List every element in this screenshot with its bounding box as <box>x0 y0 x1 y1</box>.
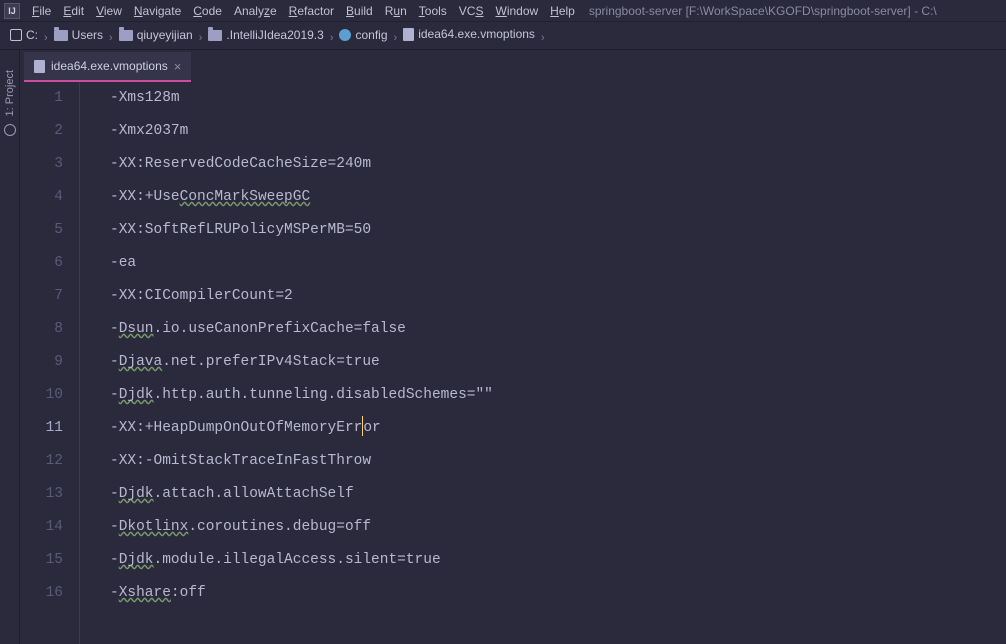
line-number: 3 <box>20 148 63 181</box>
breadcrumb-item[interactable]: idea64.exe.vmoptions <box>401 27 537 41</box>
folder-icon <box>208 30 222 41</box>
line-number: 7 <box>20 280 63 313</box>
folder-icon <box>54 30 68 41</box>
text-caret <box>362 416 363 436</box>
breadcrumb-label: Users <box>72 28 103 42</box>
code-line[interactable]: -XX:+HeapDumpOnOutOfMemoryError <box>110 412 1006 445</box>
folder-icon <box>119 30 133 41</box>
menu-item[interactable]: Navigate <box>128 4 187 18</box>
breadcrumb-label: C: <box>26 28 38 42</box>
code-line[interactable]: -Djdk.module.illegalAccess.silent=true <box>110 544 1006 577</box>
breadcrumb: C:›Users›qiuyeyijian›.IntelliJIdea2019.3… <box>0 22 1006 50</box>
menu-item[interactable]: Window <box>489 4 544 18</box>
disk-icon <box>10 29 22 41</box>
toolwindow-project[interactable]: 1: Project <box>4 70 16 116</box>
line-number: 13 <box>20 478 63 511</box>
editor-tabbar: idea64.exe.vmoptions × <box>20 50 1006 82</box>
line-number: 14 <box>20 511 63 544</box>
line-number: 16 <box>20 577 63 610</box>
code-line[interactable]: -Djdk.http.auth.tunneling.disabledScheme… <box>110 379 1006 412</box>
line-number: 15 <box>20 544 63 577</box>
app-icon: IJ <box>4 3 20 19</box>
code-line[interactable]: -XX:-OmitStackTraceInFastThrow <box>110 445 1006 478</box>
menu-item[interactable]: VCS <box>453 4 490 18</box>
gear-icon <box>339 29 351 41</box>
code-line[interactable]: -Djdk.attach.allowAttachSelf <box>110 478 1006 511</box>
breadcrumb-item[interactable]: C: <box>8 28 40 42</box>
code-line[interactable]: -XX:+UseConcMarkSweepGC <box>110 181 1006 214</box>
breadcrumb-label: idea64.exe.vmoptions <box>418 27 535 41</box>
line-number: 8 <box>20 313 63 346</box>
code-line[interactable]: -XX:ReservedCodeCacheSize=240m <box>110 148 1006 181</box>
menu-item[interactable]: Build <box>340 4 379 18</box>
breadcrumb-label: config <box>355 28 387 42</box>
line-number: 2 <box>20 115 63 148</box>
line-number: 6 <box>20 247 63 280</box>
menu-item[interactable]: Help <box>544 4 581 18</box>
code-line[interactable]: -Xms128m <box>110 82 1006 115</box>
file-icon <box>34 60 45 73</box>
breadcrumb-item[interactable]: Users <box>52 28 105 42</box>
menu-item[interactable]: Refactor <box>283 4 340 18</box>
line-number: 5 <box>20 214 63 247</box>
code-content[interactable]: -Xms128m-Xmx2037m-XX:ReservedCodeCacheSi… <box>80 82 1006 644</box>
chevron-right-icon: › <box>40 32 52 44</box>
code-line[interactable]: -Djava.net.preferIPv4Stack=true <box>110 346 1006 379</box>
code-editor[interactable]: 12345678910111213141516 -Xms128m-Xmx2037… <box>20 82 1006 644</box>
main-area: 1: Project idea64.exe.vmoptions × 123456… <box>0 50 1006 644</box>
code-line[interactable]: -ea <box>110 247 1006 280</box>
menu-item[interactable]: File <box>26 4 57 18</box>
line-number: 10 <box>20 379 63 412</box>
tab-label: idea64.exe.vmoptions <box>51 59 168 73</box>
menu-item[interactable]: Tools <box>413 4 453 18</box>
editor-tab[interactable]: idea64.exe.vmoptions × <box>24 52 191 82</box>
breadcrumb-item[interactable]: qiuyeyijian <box>117 28 195 42</box>
breadcrumb-item[interactable]: config <box>337 28 389 42</box>
chevron-right-icon: › <box>537 32 549 44</box>
code-line[interactable]: -Dkotlinx.coroutines.debug=off <box>110 511 1006 544</box>
menu-item[interactable]: View <box>90 4 128 18</box>
menu-item[interactable]: Code <box>187 4 228 18</box>
menubar: IJ FileEditViewNavigateCodeAnalyzeRefact… <box>0 0 1006 22</box>
code-line[interactable]: -XX:CICompilerCount=2 <box>110 280 1006 313</box>
code-line[interactable]: -Xmx2037m <box>110 115 1006 148</box>
breadcrumb-label: .IntelliJIdea2019.3 <box>226 28 323 42</box>
menu-item[interactable]: Analyze <box>228 4 283 18</box>
breadcrumb-label: qiuyeyijian <box>137 28 193 42</box>
gutter: 12345678910111213141516 <box>20 82 80 644</box>
menu-item[interactable]: Edit <box>57 4 90 18</box>
code-line[interactable]: -Xshare:off <box>110 577 1006 610</box>
window-title: springboot-server [F:\WorkSpace\KGOFD\sp… <box>589 4 937 18</box>
line-number: 9 <box>20 346 63 379</box>
file-icon <box>403 28 414 41</box>
code-line[interactable]: -XX:SoftRefLRUPolicyMSPerMB=50 <box>110 214 1006 247</box>
menu-item[interactable]: Run <box>379 4 413 18</box>
toolwindow-icon[interactable] <box>4 124 16 136</box>
line-number: 4 <box>20 181 63 214</box>
close-icon[interactable]: × <box>174 59 182 74</box>
chevron-right-icon: › <box>390 32 402 44</box>
chevron-right-icon: › <box>105 32 117 44</box>
left-toolwindow-bar: 1: Project <box>0 50 20 644</box>
breadcrumb-item[interactable]: .IntelliJIdea2019.3 <box>206 28 325 42</box>
editor-area: idea64.exe.vmoptions × 12345678910111213… <box>20 50 1006 644</box>
code-line[interactable]: -Dsun.io.useCanonPrefixCache=false <box>110 313 1006 346</box>
line-number: 1 <box>20 82 63 115</box>
line-number: 11 <box>20 412 63 445</box>
line-number: 12 <box>20 445 63 478</box>
chevron-right-icon: › <box>195 32 207 44</box>
chevron-right-icon: › <box>326 32 338 44</box>
